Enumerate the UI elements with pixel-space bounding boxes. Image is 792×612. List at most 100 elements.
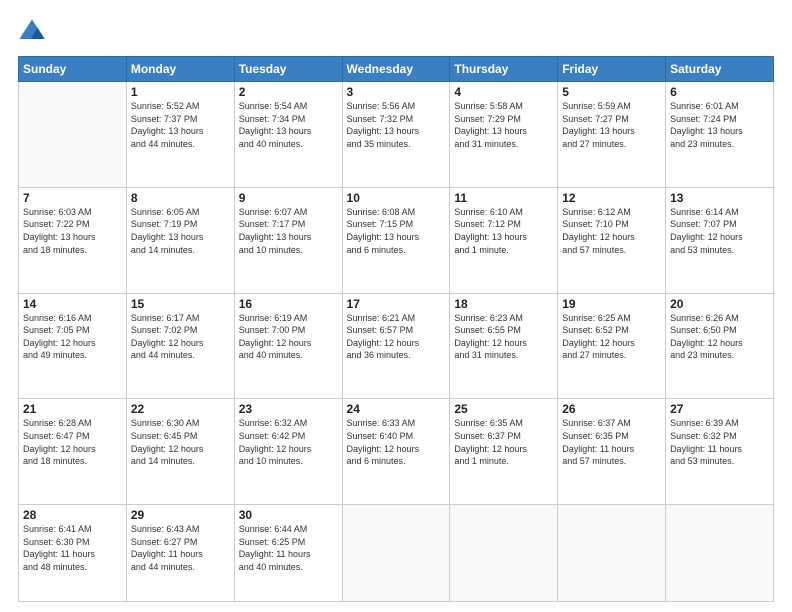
week-row-1: 1Sunrise: 5:52 AM Sunset: 7:37 PM Daylig… [19, 82, 774, 188]
day-info: Sunrise: 6:43 AM Sunset: 6:27 PM Dayligh… [131, 523, 230, 573]
day-info: Sunrise: 5:54 AM Sunset: 7:34 PM Dayligh… [239, 100, 338, 150]
day-info: Sunrise: 6:25 AM Sunset: 6:52 PM Dayligh… [562, 312, 661, 362]
day-info: Sunrise: 6:10 AM Sunset: 7:12 PM Dayligh… [454, 206, 553, 256]
week-row-3: 14Sunrise: 6:16 AM Sunset: 7:05 PM Dayli… [19, 293, 774, 399]
calendar-cell [19, 82, 127, 188]
calendar-cell: 5Sunrise: 5:59 AM Sunset: 7:27 PM Daylig… [558, 82, 666, 188]
day-number: 13 [670, 191, 769, 205]
day-number: 14 [23, 297, 122, 311]
day-info: Sunrise: 6:26 AM Sunset: 6:50 PM Dayligh… [670, 312, 769, 362]
calendar-cell: 7Sunrise: 6:03 AM Sunset: 7:22 PM Daylig… [19, 187, 127, 293]
page: SundayMondayTuesdayWednesdayThursdayFrid… [0, 0, 792, 612]
weekday-header-friday: Friday [558, 57, 666, 82]
week-row-4: 21Sunrise: 6:28 AM Sunset: 6:47 PM Dayli… [19, 399, 774, 505]
weekday-header-wednesday: Wednesday [342, 57, 450, 82]
calendar-cell: 2Sunrise: 5:54 AM Sunset: 7:34 PM Daylig… [234, 82, 342, 188]
weekday-header-tuesday: Tuesday [234, 57, 342, 82]
day-info: Sunrise: 6:07 AM Sunset: 7:17 PM Dayligh… [239, 206, 338, 256]
day-number: 4 [454, 85, 553, 99]
calendar-cell: 24Sunrise: 6:33 AM Sunset: 6:40 PM Dayli… [342, 399, 450, 505]
day-number: 30 [239, 508, 338, 522]
calendar-cell: 12Sunrise: 6:12 AM Sunset: 7:10 PM Dayli… [558, 187, 666, 293]
day-number: 18 [454, 297, 553, 311]
calendar-cell: 10Sunrise: 6:08 AM Sunset: 7:15 PM Dayli… [342, 187, 450, 293]
day-number: 17 [347, 297, 446, 311]
day-number: 12 [562, 191, 661, 205]
day-info: Sunrise: 6:16 AM Sunset: 7:05 PM Dayligh… [23, 312, 122, 362]
logo [18, 18, 50, 46]
day-number: 16 [239, 297, 338, 311]
day-number: 15 [131, 297, 230, 311]
day-number: 21 [23, 402, 122, 416]
day-number: 3 [347, 85, 446, 99]
day-info: Sunrise: 6:21 AM Sunset: 6:57 PM Dayligh… [347, 312, 446, 362]
day-number: 22 [131, 402, 230, 416]
day-number: 7 [23, 191, 122, 205]
calendar-cell [450, 505, 558, 602]
calendar-cell: 3Sunrise: 5:56 AM Sunset: 7:32 PM Daylig… [342, 82, 450, 188]
calendar-cell: 18Sunrise: 6:23 AM Sunset: 6:55 PM Dayli… [450, 293, 558, 399]
calendar-cell: 16Sunrise: 6:19 AM Sunset: 7:00 PM Dayli… [234, 293, 342, 399]
calendar-cell: 20Sunrise: 6:26 AM Sunset: 6:50 PM Dayli… [666, 293, 774, 399]
day-info: Sunrise: 6:30 AM Sunset: 6:45 PM Dayligh… [131, 417, 230, 467]
day-info: Sunrise: 6:01 AM Sunset: 7:24 PM Dayligh… [670, 100, 769, 150]
calendar-cell [558, 505, 666, 602]
day-number: 28 [23, 508, 122, 522]
calendar-cell: 15Sunrise: 6:17 AM Sunset: 7:02 PM Dayli… [126, 293, 234, 399]
weekday-header-thursday: Thursday [450, 57, 558, 82]
day-number: 2 [239, 85, 338, 99]
day-info: Sunrise: 5:56 AM Sunset: 7:32 PM Dayligh… [347, 100, 446, 150]
calendar-cell: 29Sunrise: 6:43 AM Sunset: 6:27 PM Dayli… [126, 505, 234, 602]
day-info: Sunrise: 6:14 AM Sunset: 7:07 PM Dayligh… [670, 206, 769, 256]
calendar-cell [666, 505, 774, 602]
day-number: 8 [131, 191, 230, 205]
day-info: Sunrise: 6:39 AM Sunset: 6:32 PM Dayligh… [670, 417, 769, 467]
weekday-header-monday: Monday [126, 57, 234, 82]
day-number: 9 [239, 191, 338, 205]
weekday-header-sunday: Sunday [19, 57, 127, 82]
day-info: Sunrise: 6:03 AM Sunset: 7:22 PM Dayligh… [23, 206, 122, 256]
day-info: Sunrise: 6:05 AM Sunset: 7:19 PM Dayligh… [131, 206, 230, 256]
day-number: 1 [131, 85, 230, 99]
day-info: Sunrise: 6:19 AM Sunset: 7:00 PM Dayligh… [239, 312, 338, 362]
day-info: Sunrise: 6:17 AM Sunset: 7:02 PM Dayligh… [131, 312, 230, 362]
day-info: Sunrise: 5:52 AM Sunset: 7:37 PM Dayligh… [131, 100, 230, 150]
calendar-cell: 19Sunrise: 6:25 AM Sunset: 6:52 PM Dayli… [558, 293, 666, 399]
calendar-cell: 17Sunrise: 6:21 AM Sunset: 6:57 PM Dayli… [342, 293, 450, 399]
day-number: 25 [454, 402, 553, 416]
header [18, 18, 774, 46]
day-info: Sunrise: 6:41 AM Sunset: 6:30 PM Dayligh… [23, 523, 122, 573]
calendar-cell: 23Sunrise: 6:32 AM Sunset: 6:42 PM Dayli… [234, 399, 342, 505]
calendar-cell: 27Sunrise: 6:39 AM Sunset: 6:32 PM Dayli… [666, 399, 774, 505]
calendar-cell: 21Sunrise: 6:28 AM Sunset: 6:47 PM Dayli… [19, 399, 127, 505]
day-info: Sunrise: 5:59 AM Sunset: 7:27 PM Dayligh… [562, 100, 661, 150]
calendar-cell: 1Sunrise: 5:52 AM Sunset: 7:37 PM Daylig… [126, 82, 234, 188]
day-number: 20 [670, 297, 769, 311]
calendar-cell: 30Sunrise: 6:44 AM Sunset: 6:25 PM Dayli… [234, 505, 342, 602]
day-number: 29 [131, 508, 230, 522]
day-info: Sunrise: 6:23 AM Sunset: 6:55 PM Dayligh… [454, 312, 553, 362]
calendar-cell: 14Sunrise: 6:16 AM Sunset: 7:05 PM Dayli… [19, 293, 127, 399]
day-number: 11 [454, 191, 553, 205]
calendar-cell: 26Sunrise: 6:37 AM Sunset: 6:35 PM Dayli… [558, 399, 666, 505]
calendar-cell [342, 505, 450, 602]
calendar-cell: 9Sunrise: 6:07 AM Sunset: 7:17 PM Daylig… [234, 187, 342, 293]
day-info: Sunrise: 6:44 AM Sunset: 6:25 PM Dayligh… [239, 523, 338, 573]
day-number: 5 [562, 85, 661, 99]
day-info: Sunrise: 6:35 AM Sunset: 6:37 PM Dayligh… [454, 417, 553, 467]
calendar-cell: 11Sunrise: 6:10 AM Sunset: 7:12 PM Dayli… [450, 187, 558, 293]
day-info: Sunrise: 6:32 AM Sunset: 6:42 PM Dayligh… [239, 417, 338, 467]
week-row-2: 7Sunrise: 6:03 AM Sunset: 7:22 PM Daylig… [19, 187, 774, 293]
calendar-cell: 6Sunrise: 6:01 AM Sunset: 7:24 PM Daylig… [666, 82, 774, 188]
calendar-table: SundayMondayTuesdayWednesdayThursdayFrid… [18, 56, 774, 602]
day-number: 10 [347, 191, 446, 205]
day-info: Sunrise: 6:12 AM Sunset: 7:10 PM Dayligh… [562, 206, 661, 256]
day-info: Sunrise: 6:28 AM Sunset: 6:47 PM Dayligh… [23, 417, 122, 467]
calendar-cell: 22Sunrise: 6:30 AM Sunset: 6:45 PM Dayli… [126, 399, 234, 505]
day-info: Sunrise: 5:58 AM Sunset: 7:29 PM Dayligh… [454, 100, 553, 150]
day-number: 26 [562, 402, 661, 416]
day-number: 24 [347, 402, 446, 416]
logo-icon [18, 18, 46, 46]
day-number: 19 [562, 297, 661, 311]
weekday-header-row: SundayMondayTuesdayWednesdayThursdayFrid… [19, 57, 774, 82]
